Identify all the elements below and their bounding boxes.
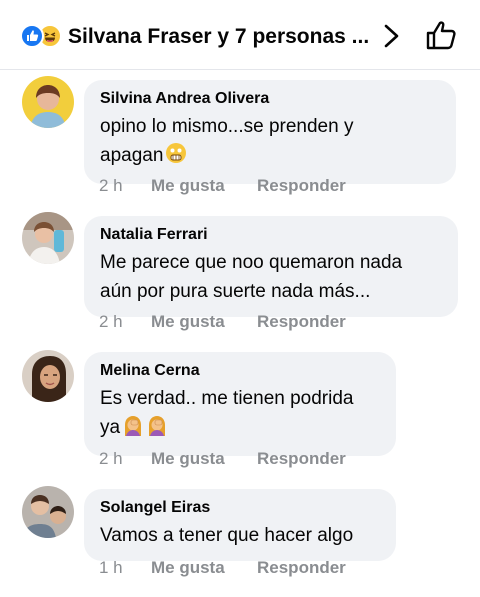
avatar[interactable] bbox=[22, 350, 74, 402]
thumbs-up-icon[interactable] bbox=[424, 18, 458, 52]
comment-text: Vamos a tener que hacer algo bbox=[100, 521, 380, 550]
comment-actions: 2 h Me gusta Responder bbox=[99, 449, 346, 469]
comment-text-fragment: apagan bbox=[100, 145, 164, 166]
comment-text: opino lo mismo...se prenden y apagan bbox=[100, 112, 440, 173]
like-button[interactable]: Me gusta bbox=[151, 312, 257, 332]
like-button[interactable]: Me gusta bbox=[151, 176, 257, 196]
reply-button[interactable]: Responder bbox=[257, 176, 346, 196]
facepalm-woman-emoji bbox=[122, 414, 144, 445]
comment-timestamp[interactable]: 2 h bbox=[99, 312, 151, 332]
reactors-summary-link[interactable]: Silvana Fraser y 7 personas ... bbox=[68, 24, 368, 50]
scream-emoji bbox=[165, 142, 187, 173]
comment-text: Es verdad.. me tienen podrida ya bbox=[100, 384, 380, 445]
comment-text: Me parece que noo quemaron nada aún por … bbox=[100, 248, 442, 306]
comment-author[interactable]: Silvina Andrea Olivera bbox=[100, 89, 440, 109]
comment-actions: 2 h Me gusta Responder bbox=[99, 312, 346, 332]
comment-text-line: Me parece que noo quemaron nada bbox=[100, 252, 403, 273]
reply-button[interactable]: Responder bbox=[257, 558, 346, 578]
comment-text-line: apagan bbox=[100, 141, 440, 173]
facepalm-woman-emoji bbox=[146, 414, 168, 445]
like-button[interactable]: Me gusta bbox=[151, 558, 257, 578]
reaction-summary[interactable] bbox=[20, 24, 66, 48]
comment-author[interactable]: Natalia Ferrari bbox=[100, 225, 442, 245]
comment-timestamp[interactable]: 1 h bbox=[99, 558, 151, 578]
like-reaction-icon bbox=[20, 24, 44, 48]
comment-bubble[interactable]: Silvina Andrea Olivera opino lo mismo...… bbox=[84, 80, 456, 184]
comment-actions: 1 h Me gusta Responder bbox=[99, 558, 346, 578]
comment-bubble[interactable]: Solangel Eiras Vamos a tener que hacer a… bbox=[84, 489, 396, 561]
avatar[interactable] bbox=[22, 212, 74, 264]
comment-text-line: Vamos a tener que hacer algo bbox=[100, 525, 354, 546]
comments-header: Silvana Fraser y 7 personas ... bbox=[0, 0, 480, 70]
chevron-right-icon[interactable] bbox=[378, 22, 404, 50]
comment-text-line: ya bbox=[100, 413, 380, 445]
reply-button[interactable]: Responder bbox=[257, 449, 346, 469]
comment-actions: 2 h Me gusta Responder bbox=[99, 176, 346, 196]
reply-button[interactable]: Responder bbox=[257, 312, 346, 332]
comment-timestamp[interactable]: 2 h bbox=[99, 176, 151, 196]
comment-text-line: opino lo mismo...se prenden y bbox=[100, 116, 354, 137]
comment-text-line: Es verdad.. me tienen podrida bbox=[100, 388, 354, 409]
comment-text-fragment: ya bbox=[100, 417, 121, 438]
like-button[interactable]: Me gusta bbox=[151, 449, 257, 469]
avatar[interactable] bbox=[22, 76, 74, 128]
comment-author[interactable]: Melina Cerna bbox=[100, 361, 380, 381]
comment-author[interactable]: Solangel Eiras bbox=[100, 498, 380, 518]
comment-text-line: aún por pura suerte nada más... bbox=[100, 281, 371, 302]
comment-bubble[interactable]: Melina Cerna Es verdad.. me tienen podri… bbox=[84, 352, 396, 456]
comment-timestamp[interactable]: 2 h bbox=[99, 449, 151, 469]
comment-bubble[interactable]: Natalia Ferrari Me parece que noo quemar… bbox=[84, 216, 458, 317]
avatar[interactable] bbox=[22, 486, 74, 538]
